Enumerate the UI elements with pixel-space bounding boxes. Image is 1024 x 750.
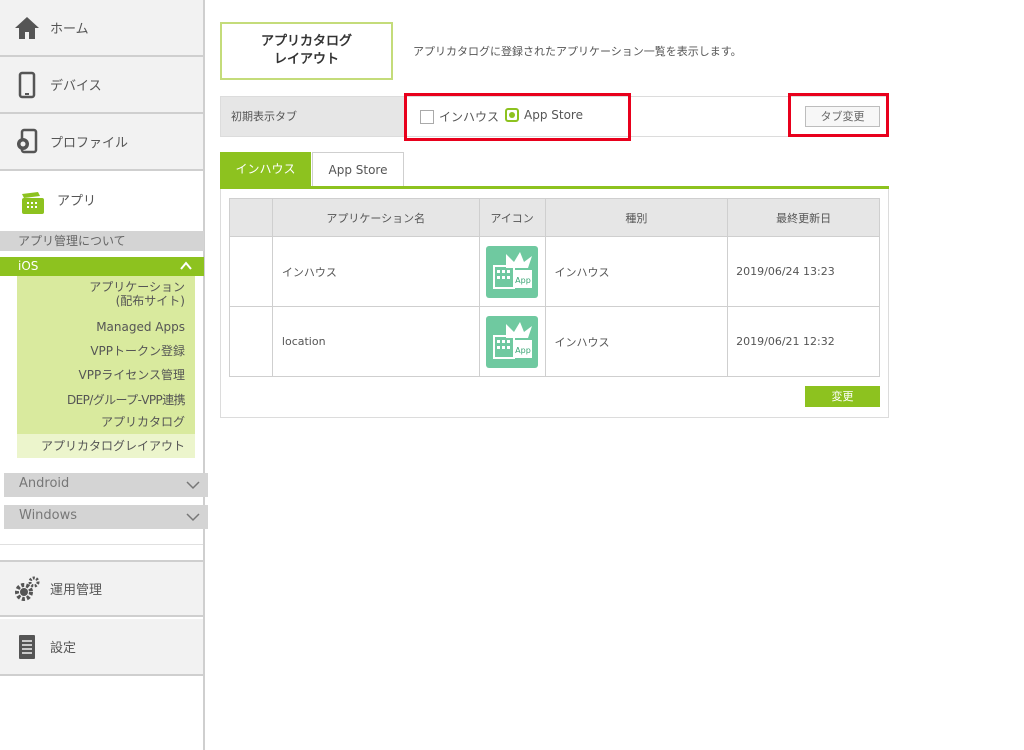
sidebar-item-vpp-token[interactable]: VPPトークン登録 <box>90 344 185 358</box>
android-label: Android <box>19 476 70 491</box>
sidebar-item-app-catalog[interactable]: アプリカタログ <box>101 415 185 429</box>
sidebar-item-ios[interactable]: iOS <box>0 257 204 276</box>
sidebar-item-android[interactable]: Android <box>4 473 208 497</box>
nav-settings[interactable]: 設定 <box>0 619 203 676</box>
sidebar-divider <box>0 544 203 545</box>
table-row[interactable]: location App インハウス 2019/06/21 12:32 <box>229 306 880 377</box>
highlight-box-options <box>404 93 631 141</box>
table-row[interactable]: インハウス App インハウス 2019/06/24 13:23 <box>229 236 880 307</box>
app-icon: App <box>486 245 539 298</box>
tab-inhouse[interactable]: インハウス <box>220 152 311 188</box>
document-icon <box>12 632 42 662</box>
sidebar: ホーム デバイス プロファイル アプリ アプリ管理について iOS アプリケーシ… <box>0 0 208 750</box>
page-description: アプリカタログに登録されたアプリケーション一覧を表示します。 <box>413 45 742 58</box>
sidebar-item-vpp-license[interactable]: VPPライセンス管理 <box>79 368 185 382</box>
row-select-cell[interactable] <box>229 236 273 307</box>
sidebar-item-applications[interactable]: アプリケーション (配布サイト) <box>89 280 185 308</box>
sidebar-item-windows[interactable]: Windows <box>4 505 208 529</box>
app-table: アプリケーション名 アイコン 種別 最終更新日 インハウス App インハウス … <box>229 198 880 377</box>
nav-operations-label: 運用管理 <box>50 583 103 598</box>
row-select-cell[interactable] <box>229 306 273 377</box>
chevron-down-icon <box>186 513 200 522</box>
nav-home[interactable]: ホーム <box>0 0 203 57</box>
app-icon-cell: App <box>478 236 546 307</box>
nav-settings-label: 設定 <box>50 641 77 656</box>
app-name-cell: location <box>271 306 480 377</box>
app-type-cell: インハウス <box>544 236 729 307</box>
nav-device-label: デバイス <box>50 79 102 94</box>
header-app-name: アプリケーション名 <box>271 198 480 237</box>
sidebar-item-managed-apps[interactable]: Managed Apps <box>96 320 185 334</box>
highlight-box-tab-change <box>788 93 889 137</box>
page-title: アプリカタログ レイアウト <box>220 22 393 80</box>
chevron-up-icon <box>180 261 192 270</box>
header-select <box>229 198 273 237</box>
sidebar-item-dep-vpp[interactable]: DEP/グループ-VPP連携 <box>67 393 186 407</box>
nav-profile-label: プロファイル <box>50 136 129 151</box>
app-name-cell: インハウス <box>271 236 480 307</box>
gear-icon <box>12 574 42 604</box>
ios-submenu: アプリケーション (配布サイト) Managed Apps VPPトークン登録 … <box>17 276 195 434</box>
app-updated-cell: 2019/06/21 12:32 <box>727 306 880 377</box>
app-type-cell: インハウス <box>544 306 729 377</box>
app-icon <box>18 190 46 216</box>
sidebar-item-app-about[interactable]: アプリ管理について <box>0 231 204 251</box>
app-updated-cell: 2019/06/24 13:23 <box>727 236 880 307</box>
nav-operations[interactable]: 運用管理 <box>0 560 203 617</box>
tab-appstore[interactable]: App Store <box>312 152 404 188</box>
table-header-row: アプリケーション名 アイコン 種別 最終更新日 <box>229 198 880 237</box>
device-icon <box>12 70 42 100</box>
nav-device[interactable]: デバイス <box>0 57 203 114</box>
app-icon-text: App <box>515 276 531 285</box>
header-type: 種別 <box>544 198 729 237</box>
nav-app-label: アプリ <box>57 194 97 209</box>
profile-icon <box>12 127 42 157</box>
ios-label: iOS <box>18 259 39 273</box>
app-icon: App <box>486 315 539 368</box>
header-updated: 最終更新日 <box>727 198 880 237</box>
header-icon: アイコン <box>478 198 546 237</box>
change-button[interactable]: 変更 <box>805 386 880 407</box>
nav-profile[interactable]: プロファイル <box>0 114 203 171</box>
app-icon-cell: App <box>478 306 546 377</box>
nav-app[interactable]: アプリ <box>0 172 203 230</box>
chevron-down-icon <box>186 481 200 490</box>
app-icon-text: App <box>515 346 531 355</box>
home-icon <box>12 13 42 43</box>
nav-home-label: ホーム <box>50 22 89 37</box>
windows-label: Windows <box>19 508 78 523</box>
initial-tab-label: 初期表示タブ <box>221 97 404 136</box>
sidebar-item-app-catalog-layout[interactable]: アプリカタログレイアウト <box>17 434 195 458</box>
